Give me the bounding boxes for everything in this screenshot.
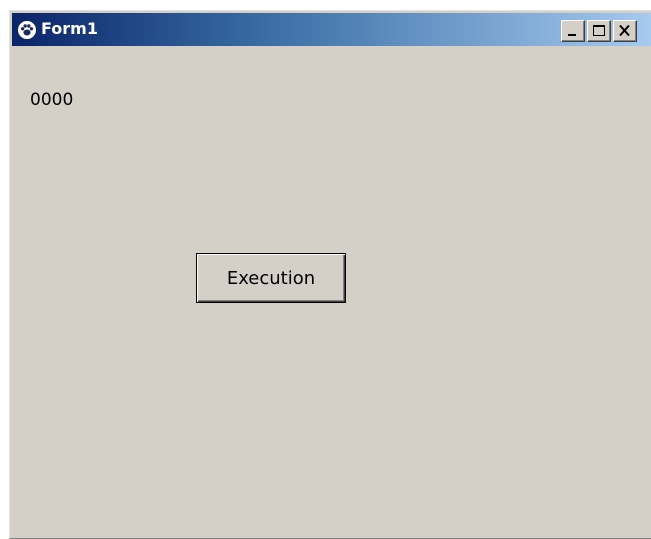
- paw-icon: [17, 20, 37, 40]
- minimize-icon: [568, 34, 576, 36]
- value-label: 0000: [30, 90, 74, 110]
- execution-button[interactable]: Execution: [196, 253, 346, 303]
- close-button[interactable]: [613, 20, 637, 42]
- maximize-icon: [593, 25, 605, 36]
- form-window: Form1 0000 Execution: [9, 10, 651, 539]
- close-icon: [619, 24, 630, 37]
- title-bar[interactable]: Form1: [12, 13, 651, 46]
- minimize-button[interactable]: [561, 20, 585, 42]
- maximize-button[interactable]: [587, 20, 611, 42]
- window-title: Form1: [41, 19, 98, 38]
